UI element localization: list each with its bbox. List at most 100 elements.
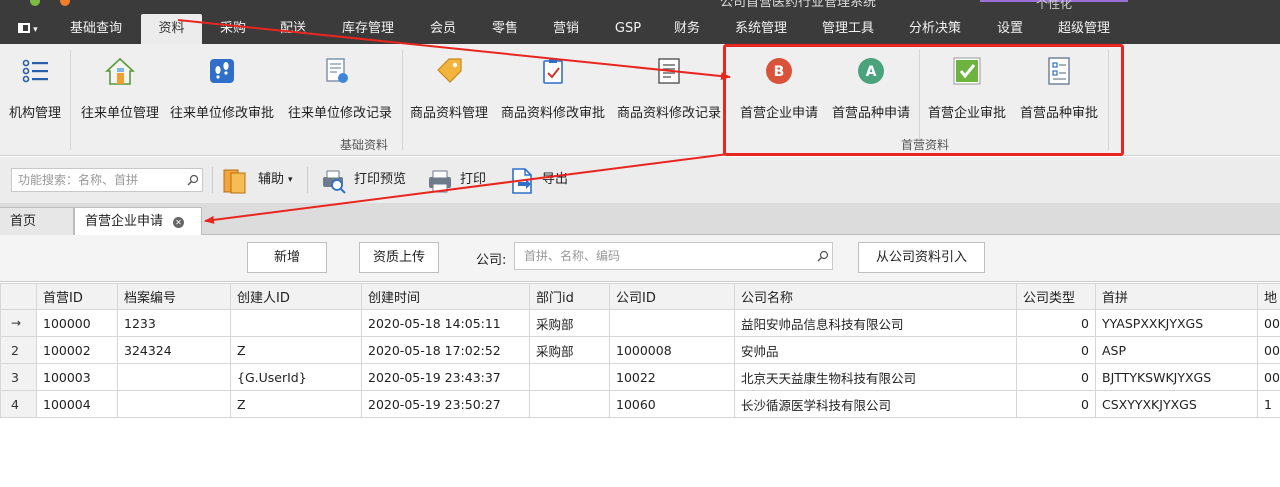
tab-first-enterprise-apply-label: 首营企业申请 <box>85 214 164 229</box>
menu-item-basic-query[interactable]: 基础查询 <box>62 14 130 44</box>
add-button[interactable]: 新增 <box>247 242 327 273</box>
table-cell[interactable]: YYASPXXKJYXGS <box>1095 309 1258 337</box>
partner-change-approval-label: 往来单位修改审批 <box>169 106 274 121</box>
table-cell[interactable]: 100000 <box>36 309 118 337</box>
table-cell[interactable] <box>117 390 231 418</box>
close-icon[interactable]: ✕ <box>173 217 185 228</box>
table-cell[interactable] <box>529 390 610 418</box>
company-label: 公司: <box>476 253 507 268</box>
table-cell[interactable]: 10022 <box>609 363 735 391</box>
table-cell[interactable]: 100003 <box>36 363 118 391</box>
partner-change-log-button[interactable]: 往来单位修改记录 <box>284 50 396 130</box>
column-header[interactable]: 公司ID <box>609 283 735 310</box>
company-search-input[interactable]: 首拼、名称、编码 <box>514 242 833 270</box>
menu-item-inventory[interactable]: 库存管理 <box>334 14 402 44</box>
table-cell[interactable]: 10060 <box>609 390 735 418</box>
table-cell[interactable] <box>529 363 610 391</box>
table-cell[interactable]: 安帅品 <box>734 336 1017 364</box>
column-header[interactable]: 公司名称 <box>734 283 1017 310</box>
table-cell[interactable]: 0 <box>1016 363 1096 391</box>
menu-item-delivery[interactable]: 配送 <box>270 14 316 44</box>
product-change-log-button[interactable]: 商品资料修改记录 <box>614 50 724 130</box>
print-preview-button[interactable]: 打印预览 <box>320 163 412 197</box>
table-cell[interactable]: Z <box>230 390 362 418</box>
partner-management-button[interactable]: 往来单位管理 <box>76 50 164 130</box>
column-header[interactable]: 创建时间 <box>361 283 530 310</box>
table-cell[interactable]: 2020-05-19 23:43:37 <box>361 363 530 391</box>
table-cell[interactable]: 1 <box>1257 390 1280 418</box>
table-cell[interactable]: CSXYYXKJYXGS <box>1095 390 1258 418</box>
menu-item-system[interactable]: 系统管理 <box>727 14 795 44</box>
menu-item-purchase[interactable]: 采购 <box>210 14 256 44</box>
menu-item-member[interactable]: 会员 <box>420 14 466 44</box>
table-cell[interactable]: 00 <box>1257 363 1280 391</box>
column-header[interactable]: 公司类型 <box>1016 283 1096 310</box>
print-button[interactable]: 打印 <box>426 163 490 197</box>
app-logo-icon <box>60 0 70 6</box>
import-from-company-button[interactable]: 从公司资料引入 <box>858 242 985 273</box>
table-cell[interactable]: 1233 <box>117 309 231 337</box>
tab-home[interactable]: 首页 <box>0 207 74 235</box>
column-header[interactable]: 部门id <box>529 283 610 310</box>
tag-icon <box>437 58 462 83</box>
table-row[interactable]: 2 100002 324324 Z 2020-05-18 17:02:52 采购… <box>0 336 1280 364</box>
menu-toggle-button[interactable]: ▾ <box>10 14 46 44</box>
table-cell[interactable]: 2020-05-18 17:02:52 <box>361 336 530 364</box>
table-row[interactable]: 4 100004 Z 2020-05-19 23:50:27 10060 长沙循… <box>0 390 1280 418</box>
table-cell[interactable]: 2020-05-18 14:05:11 <box>361 309 530 337</box>
product-change-approval-button[interactable]: 商品资料修改审批 <box>498 50 608 130</box>
assist-label: 辅助 <box>258 172 285 187</box>
table-cell[interactable]: {G.UserId} <box>230 363 362 391</box>
toolbar-separator <box>212 167 213 193</box>
table-cell[interactable]: BJTTYKSWKJYXGS <box>1095 363 1258 391</box>
table-cell[interactable]: 采购部 <box>529 309 610 337</box>
table-cell[interactable]: ASP <box>1095 336 1258 364</box>
table-cell[interactable]: 北京天天益康生物科技有限公司 <box>734 363 1017 391</box>
menu-item-finance[interactable]: 财务 <box>664 14 710 44</box>
column-header[interactable]: 创建人ID <box>230 283 362 310</box>
table-cell[interactable] <box>117 363 231 391</box>
assist-dropdown-button[interactable]: 辅助 ▾ <box>222 163 302 197</box>
table-row[interactable]: 3 100003 {G.UserId} 2020-05-19 23:43:37 … <box>0 363 1280 391</box>
menu-item-gsp[interactable]: GSP <box>605 14 651 44</box>
menu-item-analysis[interactable]: 分析决策 <box>901 14 969 44</box>
table-cell[interactable]: 0 <box>1016 336 1096 364</box>
table-cell[interactable]: 100004 <box>36 390 118 418</box>
menu-item-retail[interactable]: 零售 <box>482 14 528 44</box>
table-cell[interactable]: 00 <box>1257 309 1280 337</box>
export-button[interactable]: 导出 <box>508 163 572 197</box>
table-cell[interactable]: 0 <box>1016 390 1096 418</box>
product-management-button[interactable]: 商品资料管理 <box>406 50 492 130</box>
table-cell[interactable]: 采购部 <box>529 336 610 364</box>
table-cell[interactable]: 2020-05-19 23:50:27 <box>361 390 530 418</box>
menu-item-settings[interactable]: 设置 <box>987 14 1033 44</box>
column-header[interactable]: 地 <box>1257 283 1280 310</box>
function-search-input[interactable]: 功能搜索：名称、首拼 <box>11 168 203 192</box>
table-cell[interactable]: 100002 <box>36 336 118 364</box>
column-header[interactable]: 首营ID <box>36 283 118 310</box>
table-cell[interactable]: 00 <box>1257 336 1280 364</box>
upload-qualification-button[interactable]: 资质上传 <box>359 242 439 273</box>
table-cell[interactable]: 益阳安帅品信息科技有限公司 <box>734 309 1017 337</box>
partner-change-approval-button[interactable]: 往来单位修改审批 <box>168 50 276 130</box>
table-row[interactable]: → 100000 1233 2020-05-18 14:05:11 采购部 益阳… <box>0 309 1280 337</box>
personalize-tab[interactable]: 个性化 <box>980 0 1128 10</box>
table-cell[interactable]: Z <box>230 336 362 364</box>
product-change-approval-label: 商品资料修改审批 <box>500 106 605 121</box>
table-cell[interactable] <box>230 309 362 337</box>
tab-first-enterprise-apply[interactable]: 首营企业申请 ✕ <box>74 207 202 236</box>
table-cell[interactable]: 324324 <box>117 336 231 364</box>
table-cell[interactable]: 0 <box>1016 309 1096 337</box>
table-cell[interactable]: 长沙循源医学科技有限公司 <box>734 390 1017 418</box>
menu-item-tools[interactable]: 管理工具 <box>814 14 882 44</box>
org-management-button[interactable]: 机构管理 <box>4 50 66 130</box>
function-search-placeholder: 功能搜索：名称、首拼 <box>18 173 139 187</box>
document-search-icon <box>326 58 348 83</box>
menu-item-marketing[interactable]: 营销 <box>543 14 589 44</box>
table-cell[interactable]: 1000008 <box>609 336 735 364</box>
menu-item-data[interactable]: 资料 <box>141 14 202 44</box>
column-header[interactable]: 档案编号 <box>117 283 231 310</box>
column-header[interactable]: 首拼 <box>1095 283 1258 310</box>
menu-item-super-admin[interactable]: 超级管理 <box>1050 14 1118 44</box>
table-cell[interactable] <box>609 309 735 337</box>
